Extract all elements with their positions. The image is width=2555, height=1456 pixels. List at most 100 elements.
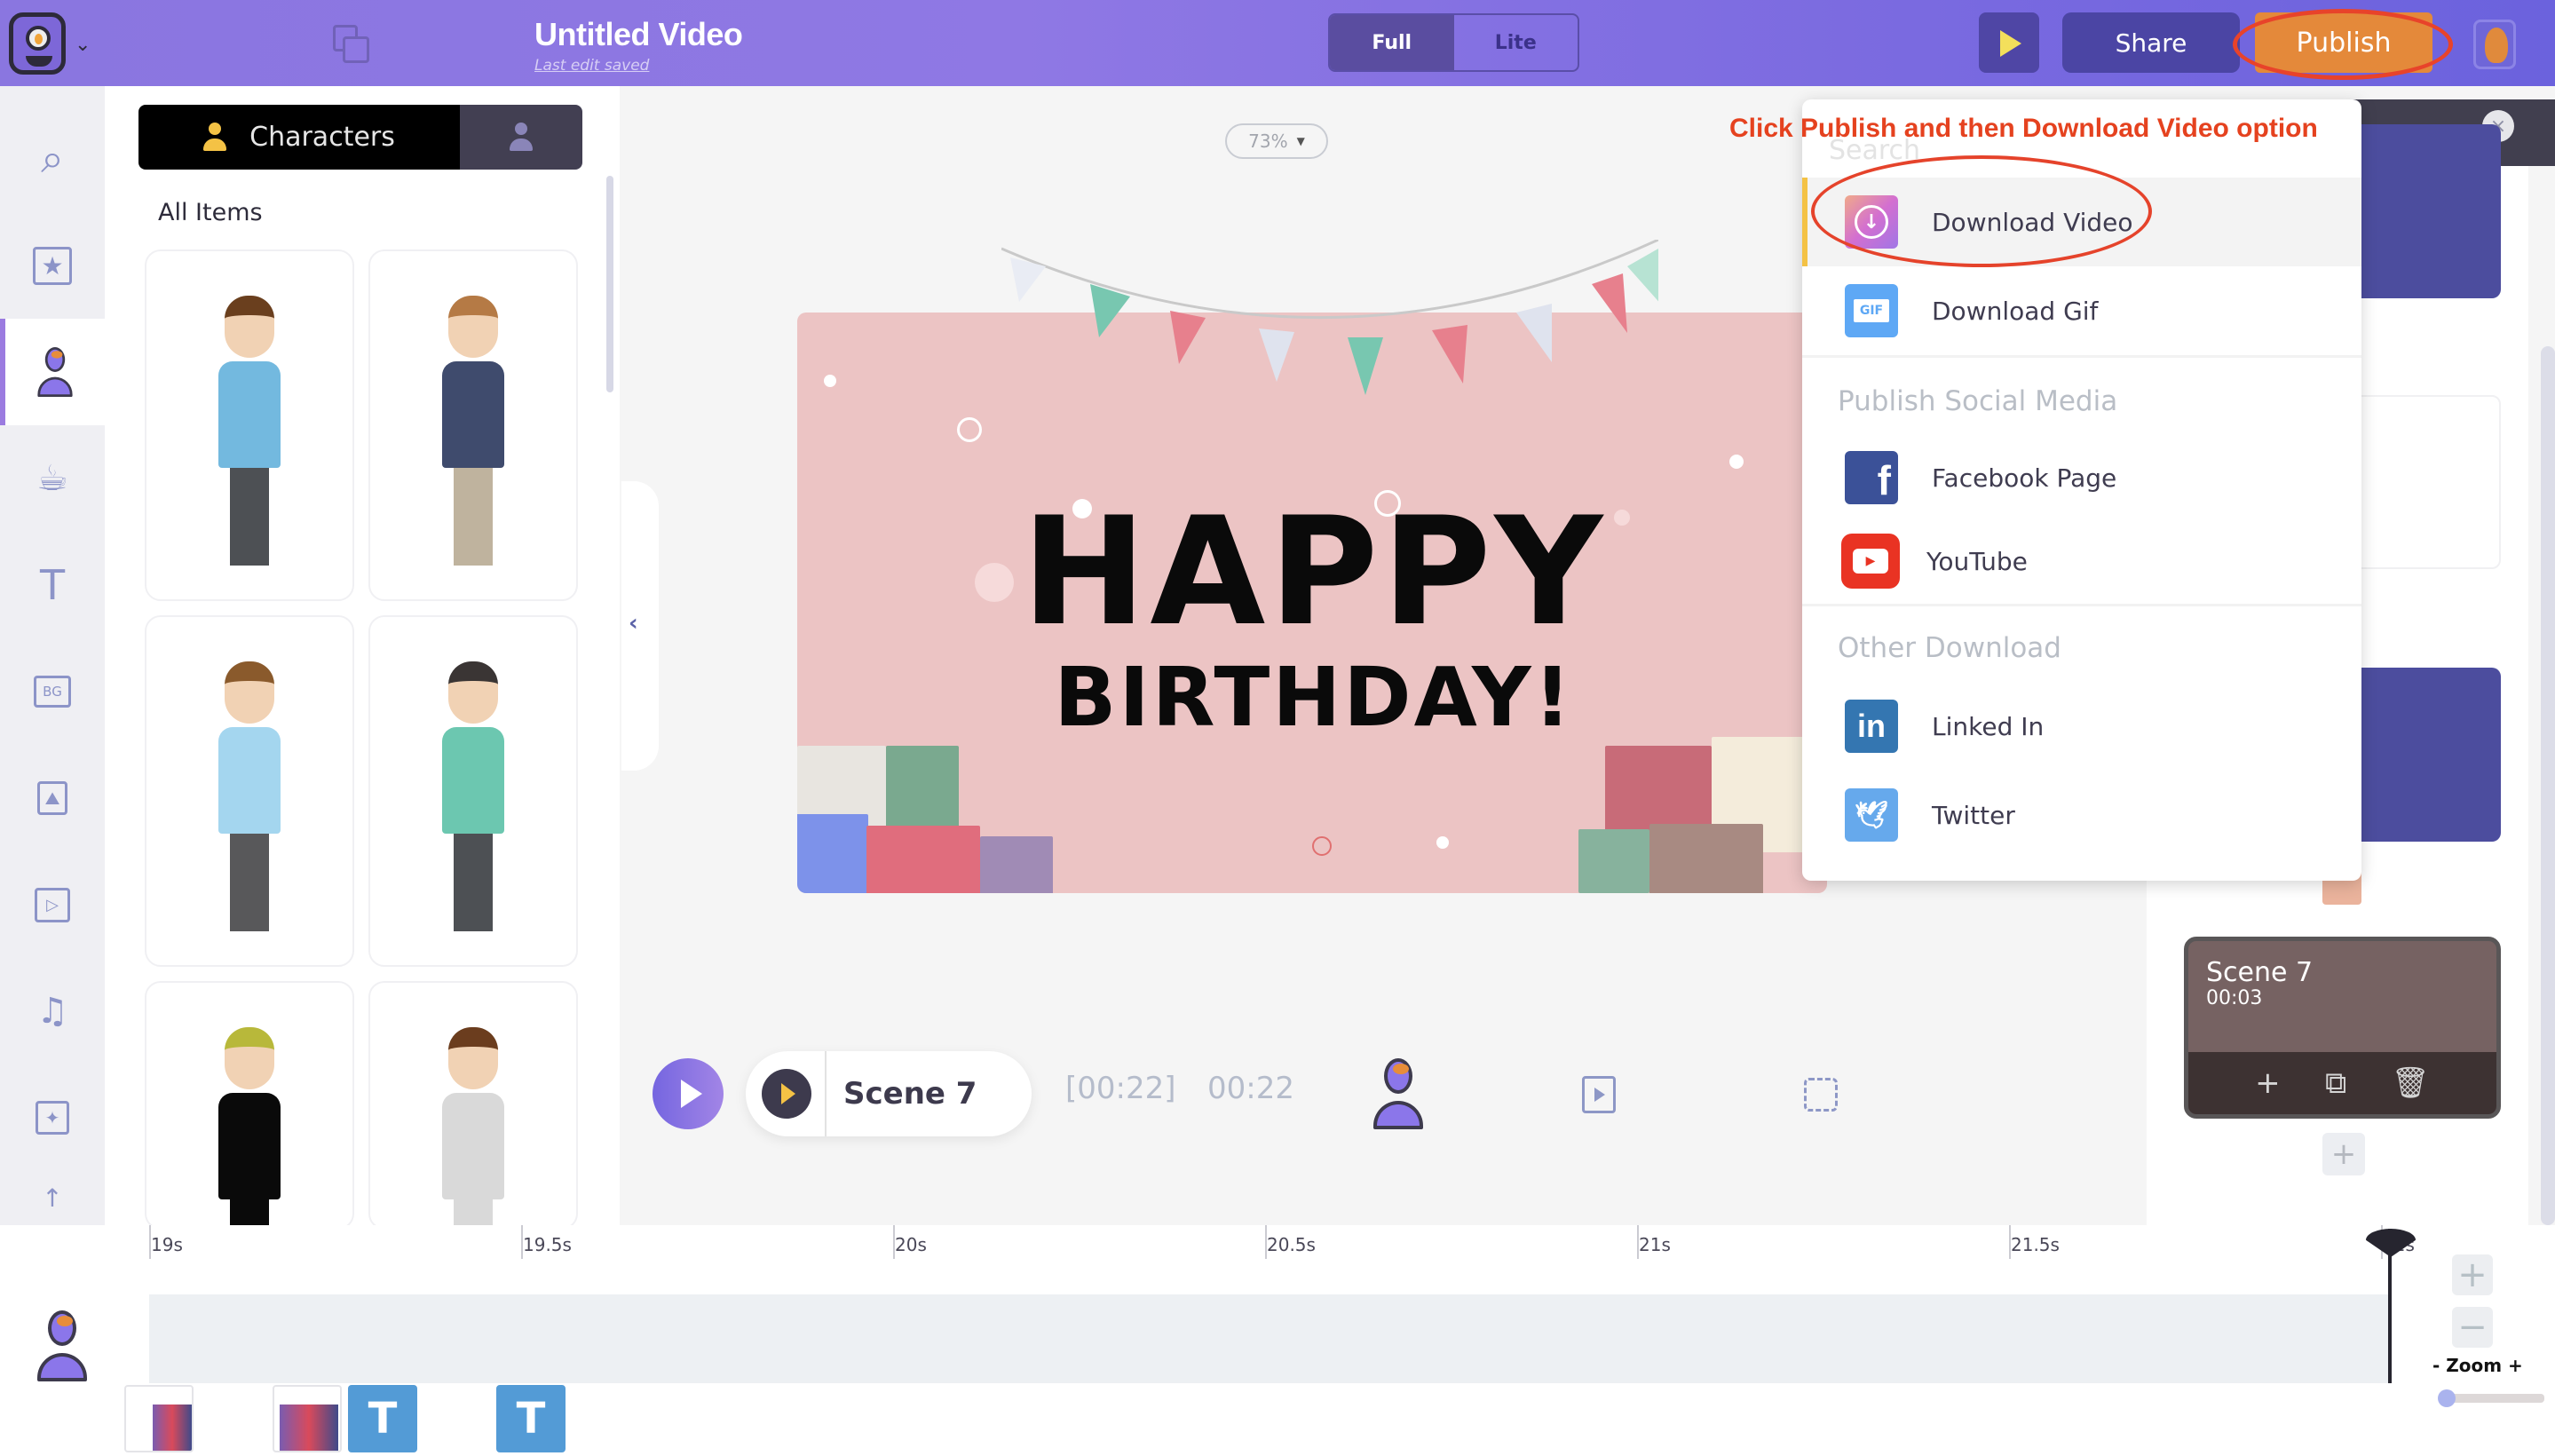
sidebar-item-effects[interactable]: ✦ <box>0 1064 105 1171</box>
menu-section-heading: Publish Social Media <box>1838 385 2118 417</box>
chevron-down-icon[interactable]: ⌄ <box>75 34 91 56</box>
gift-box <box>1649 824 1763 893</box>
timeline-item-text[interactable]: T <box>496 1385 566 1452</box>
timeline-tick-label: 21s <box>1639 1234 1671 1255</box>
current-scene-name: Scene 7 <box>843 1076 977 1112</box>
character-card[interactable] <box>368 981 578 1230</box>
mode-toggle: Full Lite <box>1328 13 1579 72</box>
delete-icon[interactable]: 🗑 <box>2392 1065 2430 1101</box>
timeline-zoom-out-button[interactable]: − <box>2452 1307 2493 1348</box>
menu-item-download-gif[interactable]: GIF Download Gif <box>1802 266 2361 355</box>
menu-item-label: Download Video <box>1932 207 2133 237</box>
sidebar-item-images[interactable]: ⛰ <box>0 745 105 851</box>
menu-item-label: Linked In <box>1932 711 2045 741</box>
sidebar-item-templates[interactable]: ★ <box>0 212 105 319</box>
character-figure <box>218 1027 281 1228</box>
collapse-panel-button[interactable]: ‹ <box>621 481 659 771</box>
confetti <box>1312 836 1332 856</box>
gif-icon: GIF <box>1845 284 1898 337</box>
confetti <box>1436 836 1449 849</box>
scenes-scrollbar[interactable] <box>2541 346 2555 1225</box>
timeline-zoom-slider[interactable] <box>2447 1394 2544 1403</box>
bg-icon: BG <box>34 676 71 708</box>
share-button[interactable]: Share <box>2062 12 2240 73</box>
character-card[interactable] <box>368 615 578 967</box>
scene-play-control: Scene 7 <box>746 1051 1032 1136</box>
menu-item-label: YouTube <box>1926 546 2028 576</box>
timeline-item-gifts[interactable] <box>124 1385 194 1452</box>
sidebar-item-properties[interactable]: ☕ <box>0 425 105 532</box>
pennant <box>1259 328 1294 382</box>
character-card[interactable] <box>145 981 354 1230</box>
facebook-icon: f <box>1845 451 1898 504</box>
gift-box <box>980 836 1053 893</box>
mode-lite-button[interactable]: Lite <box>1454 15 1578 70</box>
coffee-cup-icon: ☕ <box>36 458 68 499</box>
headline-text[interactable]: HAPPY <box>1021 497 1607 646</box>
character-card[interactable] <box>368 249 578 601</box>
menu-item-youtube[interactable]: ▶ YouTube <box>1802 517 2361 605</box>
search-icon: ⌕ <box>41 134 64 182</box>
sidebar-item-videos[interactable]: ▷ <box>0 851 105 958</box>
download-icon: ↓ <box>1845 195 1898 249</box>
app-logo[interactable] <box>9 12 66 75</box>
tab-create-character[interactable] <box>460 105 582 170</box>
menu-item-linkedin[interactable]: in Linked In <box>1802 682 2361 771</box>
scene-thumbnail-7[interactable]: Scene 7 00:03 + ⧉ 🗑 <box>2184 937 2501 1119</box>
publish-button[interactable]: Publish <box>2255 12 2432 73</box>
menu-item-download-video[interactable]: ↓ Download Video <box>1802 178 2361 266</box>
zoom-label: - Zoom + <box>2432 1355 2523 1376</box>
character-card[interactable] <box>145 615 354 967</box>
video-icon[interactable] <box>1582 1076 1616 1113</box>
tab-characters[interactable]: Characters <box>138 105 460 170</box>
duplicate-icon[interactable] <box>333 25 369 63</box>
menu-section-heading: Other Download <box>1838 632 2061 664</box>
character-card[interactable] <box>145 249 354 601</box>
play-button[interactable] <box>653 1058 724 1129</box>
menu-divider <box>1802 355 2361 358</box>
mode-full-button[interactable]: Full <box>1330 15 1454 70</box>
duplicate-scene-icon[interactable]: ⧉ <box>2325 1065 2346 1101</box>
play-scene-button[interactable] <box>762 1069 811 1119</box>
user-avatar[interactable] <box>2473 20 2516 69</box>
menu-item-twitter[interactable]: 🕊 Twitter <box>1802 771 2361 859</box>
character-icon[interactable] <box>1370 1058 1427 1129</box>
menu-item-facebook[interactable]: f Facebook Page <box>1802 433 2361 522</box>
character-figure <box>218 296 281 566</box>
current-time: 00:22 <box>1207 1071 1294 1106</box>
gift-box <box>1578 829 1649 893</box>
add-scene-button[interactable]: + <box>2322 1133 2365 1175</box>
timeline-tick-label: 19.5s <box>523 1234 572 1255</box>
sidebar-item-backgrounds[interactable]: BG <box>0 638 105 745</box>
add-icon[interactable]: + <box>2255 1065 2281 1101</box>
sidebar-item-characters[interactable] <box>0 319 105 425</box>
sidebar-item-music[interactable]: ♫ <box>0 958 105 1064</box>
timeline-tick-label: 19s <box>151 1234 183 1255</box>
sidebar-item-search[interactable]: ⌕ <box>0 106 105 212</box>
confetti <box>1614 510 1630 526</box>
scene-duration: 00:03 <box>2206 987 2263 1009</box>
gift-box <box>866 826 980 893</box>
panel-scrollbar[interactable] <box>606 176 613 392</box>
character-figure <box>442 661 504 931</box>
sidebar-item-text[interactable]: T <box>0 532 105 638</box>
character-figure <box>442 1027 504 1228</box>
play-icon <box>2000 30 2021 57</box>
subheadline-text[interactable]: BIRTHDAY! <box>1021 657 1607 739</box>
zoom-slider-handle[interactable] <box>2438 1389 2456 1407</box>
person-icon <box>203 122 227 153</box>
camera-focus-icon[interactable] <box>1804 1078 1838 1112</box>
video-title[interactable]: Untitled Video <box>534 16 743 53</box>
timeline-zoom-in-button[interactable]: + <box>2452 1254 2493 1295</box>
timeline-item-gifts[interactable] <box>273 1385 342 1452</box>
timeline-track[interactable] <box>149 1294 2390 1383</box>
timeline-item-text[interactable]: T <box>348 1385 417 1452</box>
pennant <box>1592 273 1627 333</box>
preview-play-button[interactable] <box>1979 12 2039 73</box>
confetti <box>824 375 836 387</box>
canvas-zoom-select[interactable]: 73% ▼ <box>1225 123 1328 159</box>
menu-divider <box>1802 604 2361 606</box>
sidebar-item-upload[interactable]: ↑ <box>0 1171 105 1224</box>
character-tabs: Characters <box>138 105 582 170</box>
menu-item-label: Download Gif <box>1932 296 2099 326</box>
